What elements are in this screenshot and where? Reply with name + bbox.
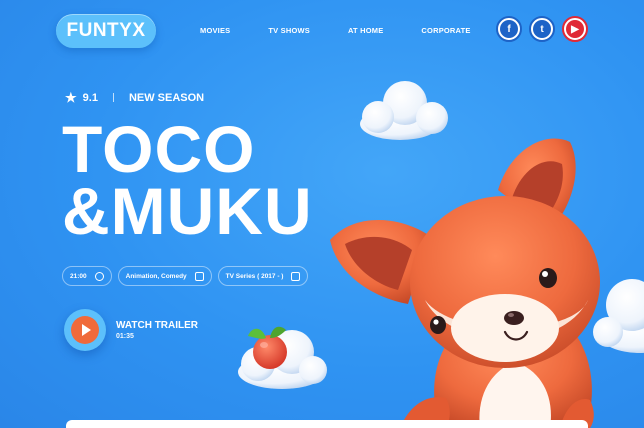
logo[interactable]: FUNTYX [56,14,156,48]
type-chip: TV Series ( 2017 - ) [217,266,309,286]
watch-duration: 01:35 [116,333,134,340]
page-title: TOCO &MUKU [62,112,313,248]
nav-movies[interactable]: MOVIES [200,26,230,35]
play-triangle-icon [81,324,91,336]
youtube-icon: ▶ [566,20,584,38]
main-nav: MOVIES TV SHOWS AT HOME CORPORATE [200,26,509,35]
play-button[interactable] [64,309,106,351]
rating-row: ★ 9.1 NEW SEASON [65,91,204,104]
cloud-top [360,81,448,140]
watch-text[interactable]: WATCH TRAILER 01:35 [116,320,198,340]
nav-tv-shows[interactable]: TV SHOWS [268,26,310,35]
star-icon: ★ [65,90,77,105]
watch-label[interactable]: WATCH TRAILER [116,320,198,331]
header: FUNTYX MOVIES TV SHOWS AT HOME CORPORATE… [0,0,644,60]
play-circle [71,316,99,344]
divider [112,93,114,102]
genre-chip: Animation, Comedy [117,266,212,286]
title-line-1: TOCO [62,112,256,186]
youtube-button[interactable]: ▶ [562,16,588,42]
tv-icon [194,271,204,281]
rating-value: 9.1 [82,91,98,104]
twitter-icon: t [533,20,551,38]
cloud-right [593,279,644,353]
nav-at-home[interactable]: AT HOME [348,26,383,35]
watch-trailer[interactable]: WATCH TRAILER 01:35 [64,309,198,351]
genre-label: Animation, Comedy [125,272,187,280]
time-chip: 21:00 [62,266,112,286]
nav-corporate[interactable]: CORPORATE [421,26,470,35]
title-line-2: &MUKU [62,174,313,248]
apple-icon [248,326,287,369]
type-label: TV Series ( 2017 - ) [225,272,284,280]
play-icon [291,271,301,281]
twitter-button[interactable]: t [529,16,555,42]
fox-character [330,138,600,428]
facebook-icon: f [500,20,518,38]
meta-chips: 21:00 Animation, Comedy TV Series ( 2017… [62,266,309,286]
time-label: 21:00 [70,272,87,280]
season-badge: NEW SEASON [128,91,205,104]
social-links: f t ▶ [496,16,588,42]
facebook-button[interactable]: f [496,16,522,42]
content-card [66,420,588,428]
clock-icon [94,271,104,281]
cloud-apple [238,330,327,389]
